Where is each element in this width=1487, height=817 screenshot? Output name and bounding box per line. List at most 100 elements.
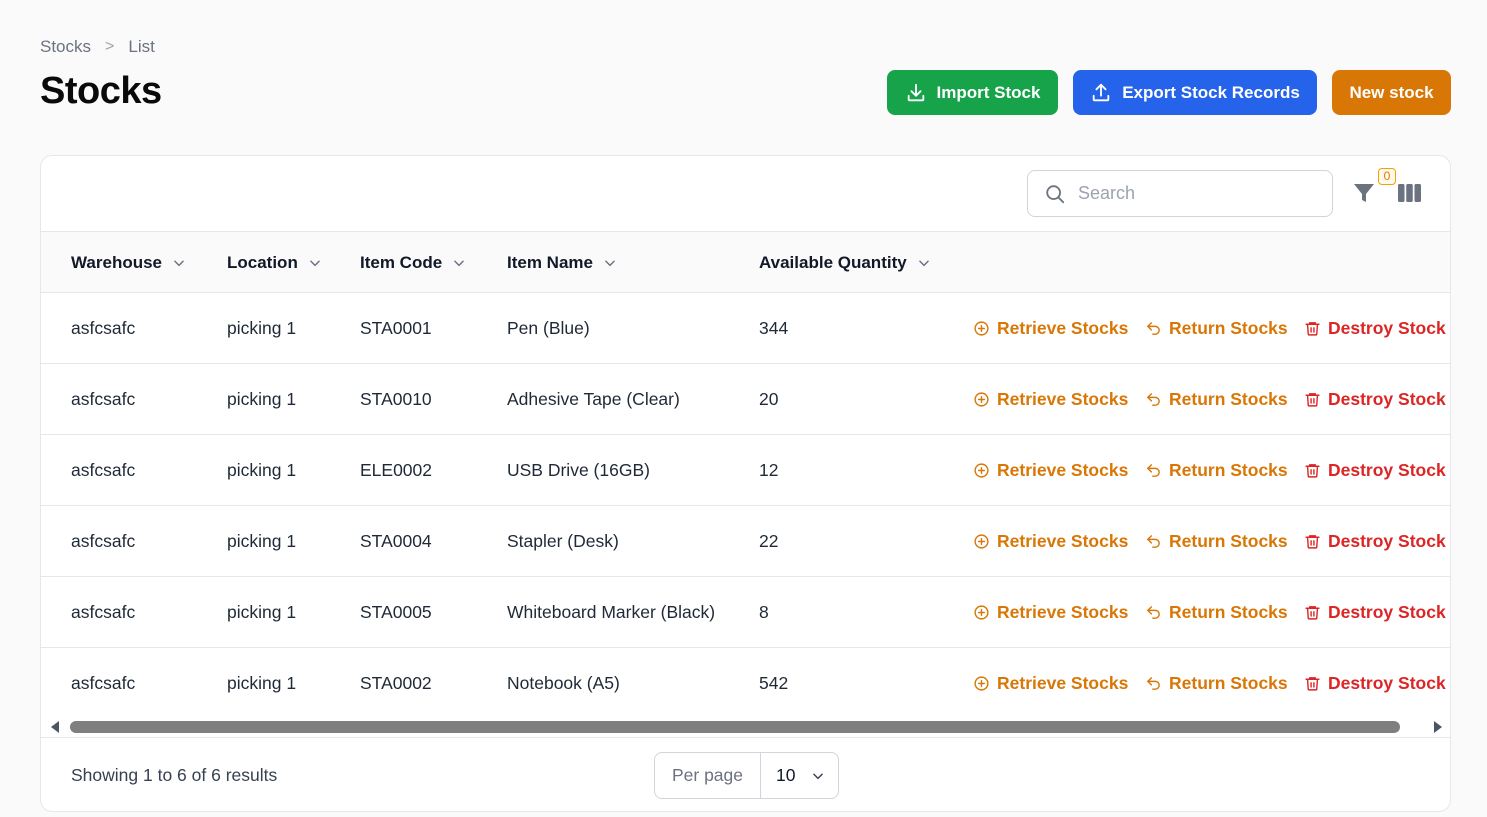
destroy-stock-link[interactable]: Destroy Stock: [1304, 364, 1446, 435]
return-arrow-icon: [1147, 606, 1160, 619]
return-stocks-label: Return Stocks: [1169, 318, 1288, 338]
table-header: Warehouse Location Item Code Item Name A…: [41, 232, 1450, 293]
retrieve-stocks-label: Retrieve Stocks: [997, 318, 1129, 338]
plus-circle-icon: [974, 676, 989, 691]
destroy-stock-link[interactable]: Destroy Stock: [1304, 293, 1446, 364]
retrieve-stocks-label: Retrieve Stocks: [997, 460, 1129, 480]
return-stocks-label: Return Stocks: [1169, 602, 1288, 622]
destroy-stock-link[interactable]: Destroy Stock: [1304, 506, 1446, 577]
chevron-down-icon: [310, 260, 320, 266]
cell-item-code: STA0005: [360, 602, 432, 622]
table-row: asfcsafc picking 1 STA0001 Pen (Blue) 34…: [41, 293, 1450, 364]
return-stocks-link[interactable]: Return Stocks: [1145, 435, 1288, 506]
table-body: asfcsafc picking 1 STA0001 Pen (Blue) 34…: [41, 293, 1450, 719]
search-box[interactable]: [1027, 170, 1333, 217]
breadcrumb-item-stocks[interactable]: Stocks: [40, 37, 91, 57]
export-stock-records-label: Export Stock Records: [1122, 82, 1300, 102]
column-header-location[interactable]: Location: [227, 232, 322, 293]
retrieve-stocks-link[interactable]: Retrieve Stocks: [973, 577, 1128, 648]
column-header-item-code[interactable]: Item Code: [360, 232, 466, 293]
results-summary: Showing 1 to 6 of 6 results: [71, 765, 278, 785]
cell-location: picking 1: [227, 389, 297, 409]
return-stocks-label: Return Stocks: [1169, 531, 1288, 551]
upload-icon: [1092, 83, 1110, 101]
scrollbar-thumb[interactable]: [70, 721, 1400, 733]
return-stocks-link[interactable]: Return Stocks: [1145, 364, 1288, 435]
search-input[interactable]: [1078, 183, 1308, 204]
new-stock-label: New stock: [1349, 82, 1434, 102]
chevron-down-icon: [454, 260, 464, 266]
destroy-stock-label: Destroy Stock: [1328, 531, 1446, 551]
horizontal-scrollbar[interactable]: [41, 716, 1450, 738]
return-stocks-link[interactable]: Return Stocks: [1145, 648, 1288, 719]
return-arrow-icon: [1147, 322, 1160, 335]
cell-item-name: Whiteboard Marker (Black): [507, 602, 716, 622]
table-row: asfcsafc picking 1 STA0002 Notebook (A5)…: [41, 648, 1450, 719]
cell-available-quantity: 12: [759, 460, 779, 480]
destroy-stock-label: Destroy Stock: [1328, 460, 1446, 480]
import-stock-button[interactable]: Import Stock: [887, 70, 1058, 115]
destroy-stock-link[interactable]: Destroy Stock: [1304, 648, 1446, 719]
cell-item-name: Pen (Blue): [507, 318, 590, 338]
return-arrow-icon: [1147, 535, 1160, 548]
return-arrow-icon: [1147, 677, 1160, 690]
destroy-stock-label: Destroy Stock: [1328, 673, 1446, 693]
plus-circle-icon: [974, 392, 989, 407]
trash-icon: [1305, 464, 1320, 478]
column-header-available-quantity[interactable]: Available Quantity: [759, 232, 931, 293]
column-header-item-name[interactable]: Item Name: [507, 232, 617, 293]
column-header-label: Location: [227, 252, 298, 272]
return-stocks-link[interactable]: Return Stocks: [1145, 577, 1288, 648]
destroy-stock-link[interactable]: Destroy Stock: [1304, 435, 1446, 506]
return-stocks-label: Return Stocks: [1169, 673, 1288, 693]
retrieve-stocks-link[interactable]: Retrieve Stocks: [973, 364, 1128, 435]
per-page-select[interactable]: 10: [761, 753, 838, 798]
cell-warehouse: asfcsafc: [71, 531, 136, 551]
header-actions: Import Stock Export Stock Records New st…: [887, 70, 1451, 115]
new-stock-button[interactable]: New stock: [1332, 70, 1451, 115]
retrieve-stocks-link[interactable]: Retrieve Stocks: [973, 435, 1128, 506]
cell-warehouse: asfcsafc: [71, 318, 136, 338]
breadcrumb-item-list: List: [128, 37, 155, 56]
export-stock-records-button[interactable]: Export Stock Records: [1073, 70, 1317, 115]
retrieve-stocks-label: Retrieve Stocks: [997, 389, 1129, 409]
retrieve-stocks-link[interactable]: Retrieve Stocks: [973, 293, 1128, 364]
trash-icon: [1305, 677, 1320, 691]
per-page-label: Per page: [655, 753, 761, 798]
search-icon: [1046, 184, 1065, 203]
columns-icon[interactable]: [1397, 182, 1422, 204]
cell-location: picking 1: [227, 318, 297, 338]
cell-available-quantity: 22: [759, 531, 779, 551]
destroy-stock-link[interactable]: Destroy Stock: [1304, 577, 1446, 648]
column-header-warehouse[interactable]: Warehouse: [71, 232, 186, 293]
cell-item-name: Adhesive Tape (Clear): [507, 389, 680, 409]
scroll-left-arrow-icon[interactable]: [51, 721, 59, 733]
cell-location: picking 1: [227, 602, 297, 622]
per-page-control: Per page 10: [654, 752, 839, 799]
chevron-down-icon: [605, 260, 615, 266]
retrieve-stocks-label: Retrieve Stocks: [997, 673, 1129, 693]
cell-item-code: STA0004: [360, 531, 432, 551]
page-title: Stocks: [40, 70, 162, 112]
filter-icon[interactable]: [1352, 181, 1376, 205]
cell-item-name: USB Drive (16GB): [507, 460, 650, 480]
plus-circle-icon: [974, 605, 989, 620]
chevron-down-icon: [813, 773, 824, 779]
cell-location: picking 1: [227, 673, 297, 693]
table-row: asfcsafc picking 1 STA0005 Whiteboard Ma…: [41, 577, 1450, 648]
breadcrumb-separator: >: [105, 38, 115, 55]
retrieve-stocks-link[interactable]: Retrieve Stocks: [973, 506, 1128, 577]
cell-warehouse: asfcsafc: [71, 460, 136, 480]
return-stocks-link[interactable]: Return Stocks: [1145, 293, 1288, 364]
table-row: asfcsafc picking 1 STA0010 Adhesive Tape…: [41, 364, 1450, 435]
scroll-right-arrow-icon[interactable]: [1434, 721, 1442, 733]
retrieve-stocks-link[interactable]: Retrieve Stocks: [973, 648, 1128, 719]
destroy-stock-label: Destroy Stock: [1328, 602, 1446, 622]
chevron-down-icon: [174, 260, 184, 266]
cell-warehouse: asfcsafc: [71, 389, 136, 409]
return-stocks-link[interactable]: Return Stocks: [1145, 506, 1288, 577]
return-stocks-label: Return Stocks: [1169, 389, 1288, 409]
cell-location: picking 1: [227, 460, 297, 480]
trash-icon: [1305, 322, 1320, 336]
cell-item-name: Notebook (A5): [507, 673, 620, 693]
